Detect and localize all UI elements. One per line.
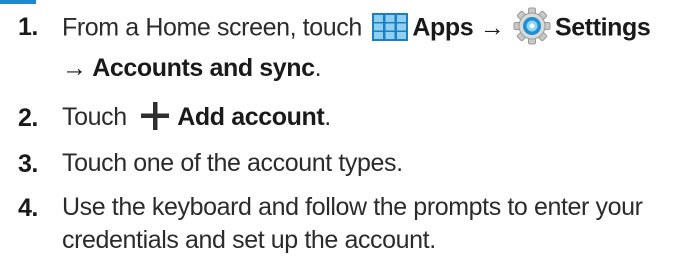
step-4-line-1: Use the keyboard and follow the prompts … (62, 191, 643, 223)
apps-grid-icon (372, 13, 409, 41)
step-2-line: Touch Add account. (62, 101, 331, 134)
add-account-label: Add account (177, 103, 325, 131)
accounts-and-sync-label: Accounts and sync (92, 54, 315, 82)
arrow: → (473, 13, 511, 42)
step-text: Touch (62, 103, 134, 131)
plus-icon (141, 102, 170, 131)
section-heading-fragment (0, 0, 36, 4)
step-number: 4. (18, 194, 38, 222)
step-number: 1. (18, 13, 38, 41)
apps-label: Apps (412, 13, 474, 42)
period: . (324, 103, 331, 131)
step-text: Touch one of the account types. (62, 149, 403, 177)
step-3-line: Touch one of the account types. (62, 147, 403, 179)
step-text: credentials and set up the account. (62, 226, 436, 254)
step-4-line-2: credentials and set up the account. (62, 224, 436, 256)
arrow: → (62, 54, 93, 82)
step-1-line-1: From a Home screen, touch Apps → Setting… (62, 7, 651, 48)
period: . (314, 54, 322, 82)
step-text: From a Home screen, touch (62, 13, 369, 42)
step-number: 2. (18, 104, 38, 132)
step-text: Use the keyboard and follow the prompts … (62, 193, 643, 221)
step-number: 3. (18, 150, 38, 178)
step-1-line-2: → Accounts and sync. (62, 52, 322, 84)
gear-icon (513, 7, 551, 45)
settings-label: Settings (555, 13, 651, 42)
